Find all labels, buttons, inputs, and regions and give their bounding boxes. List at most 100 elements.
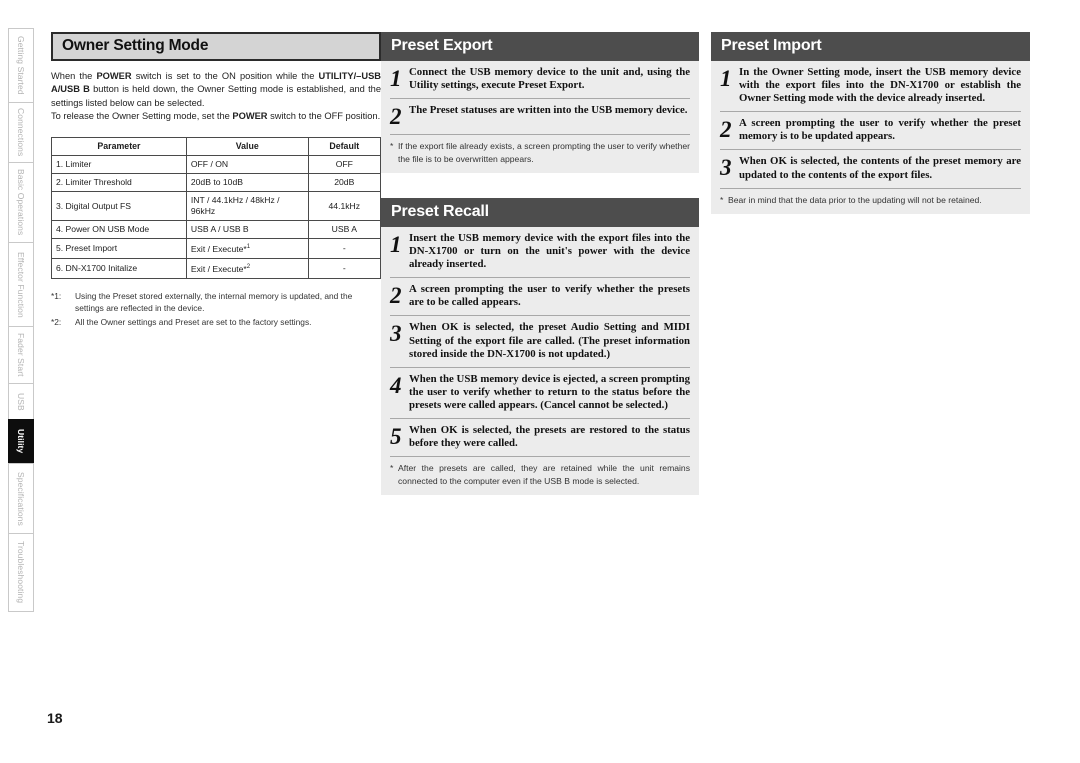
sidebar-item-troubleshooting[interactable]: Troubleshooting xyxy=(8,533,34,612)
cell-parameter: 4. Power ON USB Mode xyxy=(51,220,187,240)
note-asterisk-icon: * xyxy=(390,141,394,152)
cell-parameter: 6. DN-X1700 Initalize xyxy=(51,258,187,279)
step-number: 3 xyxy=(720,155,732,181)
preset-recall-note: * After the presets are called, they are… xyxy=(390,457,690,495)
intro-paragraphs: When the POWER switch is set to the ON p… xyxy=(51,70,381,123)
cell-value: USB A / USB B xyxy=(185,220,309,240)
sidebar-item-effector-function[interactable]: Effector Function xyxy=(8,242,34,326)
step-text: When OK is selected, the presets are res… xyxy=(409,424,690,450)
step-number: 1 xyxy=(720,66,732,91)
step-number: 2 xyxy=(390,104,402,130)
cell-value: Exit / Execute*1 xyxy=(185,238,309,260)
step-text: A screen prompting the user to verify wh… xyxy=(409,283,690,309)
cell-parameter: 1. Limiter xyxy=(51,155,187,175)
footnote-row: *2: All the Owner settings and Preset are… xyxy=(51,316,381,328)
sidebar-item-getting-started[interactable]: Getting Started xyxy=(8,28,34,102)
cell-default: 44.1kHz xyxy=(307,191,382,222)
preset-export-step: 1 Connect the USB memory device to the un… xyxy=(390,61,690,100)
intro-p2-post: switch to the OFF position. xyxy=(267,110,381,121)
preset-import-step: 2 A screen prompting the user to verify w… xyxy=(720,112,1021,151)
preset-export-step: 2 The Preset statuses are written into th… xyxy=(390,99,690,136)
sidebar-item-label: Effector Function xyxy=(16,251,26,318)
preset-export-title: Preset Export xyxy=(381,32,699,61)
cell-default: OFF xyxy=(307,155,382,175)
preset-import-steps: 1 In the Owner Setting mode, insert the U… xyxy=(720,61,1021,189)
intro-p1-pre: When the xyxy=(51,71,97,81)
table-column-header: Value xyxy=(185,137,309,157)
preset-recall-note-text: After the presets are called, they are r… xyxy=(398,463,690,486)
table-row: 4. Power ON USB Mode USB A / USB B USB A xyxy=(51,220,382,240)
right-column: Preset Import 1 In the Owner Setting mode… xyxy=(711,32,1030,215)
intro-p2-pre: To release the Owner Setting mode, set t… xyxy=(51,110,233,121)
step-text: When OK is selected, the contents of the… xyxy=(739,155,1021,181)
step-text: When the USB memory device is ejected, a… xyxy=(409,372,690,411)
sidebar-item-specifications[interactable]: Specifications xyxy=(8,463,34,533)
step-number: 2 xyxy=(390,283,402,309)
table-head: Parameter Value Default xyxy=(51,137,382,157)
sidebar-item-label: Getting Started xyxy=(16,36,26,95)
step-text: Insert the USB memory device with the ex… xyxy=(409,232,690,271)
footnote-text: All the Owner settings and Preset are se… xyxy=(75,316,312,327)
power-keyword-2: POWER xyxy=(232,110,268,121)
section-tab-rail: Getting Started Connections Basic Operatio… xyxy=(8,28,34,612)
sidebar-item-fader-start[interactable]: Fader Start xyxy=(8,326,34,383)
preset-export-panel: Preset Export 1 Connect the USB memory de… xyxy=(381,32,699,173)
cell-default: - xyxy=(307,258,382,279)
footnote-marker: *1: xyxy=(51,290,62,301)
owner-settings-table: Parameter Value Default 1. Limiter OFF / ON… xyxy=(51,137,382,279)
sidebar-item-connections[interactable]: Connections xyxy=(8,102,34,162)
step-text: In the Owner Setting mode, insert the US… xyxy=(739,66,1021,105)
note-asterisk-icon: * xyxy=(720,194,724,205)
step-number: 1 xyxy=(390,232,402,257)
sidebar-item-label: USB xyxy=(16,392,26,411)
step-number: 3 xyxy=(390,321,402,347)
sidebar-item-basic-operations[interactable]: Basic Operations xyxy=(8,162,34,242)
table-row: 1. Limiter OFF / ON OFF xyxy=(51,155,382,175)
step-text: Connect the USB memory device to the uni… xyxy=(409,66,690,92)
table-row: 3. Digital Output FS INT / 44.1kHz / 48kH… xyxy=(51,191,382,222)
preset-export-steps: 1 Connect the USB memory device to the un… xyxy=(390,61,690,136)
step-text: The Preset statuses are written into the… xyxy=(409,104,688,117)
sidebar-item-label: Connections xyxy=(16,108,26,157)
page-number: 18 xyxy=(47,710,63,726)
preset-recall-step: 5 When OK is selected, the presets are re… xyxy=(390,419,690,458)
footnote-marker: *2: xyxy=(51,316,62,327)
preset-import-step: 3 When OK is selected, the contents of th… xyxy=(720,150,1021,189)
step-number: 2 xyxy=(720,117,732,143)
cell-value: OFF / ON xyxy=(185,155,309,175)
page-title: Owner Setting Mode xyxy=(51,32,381,61)
preset-recall-step: 1 Insert the USB memory device with the e… xyxy=(390,227,690,279)
footnote-row: *1: Using the Preset stored externally, t… xyxy=(51,290,381,315)
cell-value: INT / 44.1kHz / 48kHz / 96kHz xyxy=(185,191,309,222)
middle-column: Preset Export 1 Connect the USB memory de… xyxy=(381,32,699,496)
intro-p1-mid1: switch is set to the ON position while t… xyxy=(131,71,319,81)
panel-spacer xyxy=(381,173,699,198)
preset-recall-body: 1 Insert the USB memory device with the e… xyxy=(381,227,699,495)
preset-recall-panel: Preset Recall 1 Insert the USB memory dev… xyxy=(381,198,699,496)
intro-p1-mid2: button is held down, the Owner Setting m… xyxy=(51,84,381,108)
sidebar-item-label: Specifications xyxy=(16,471,26,526)
table-row: 5. Preset Import Exit / Execute*1- xyxy=(51,238,382,260)
sidebar-item-usb[interactable]: USB xyxy=(8,383,34,419)
sidebar-item-label: Utility xyxy=(16,429,26,454)
cell-value: 20dB to 10dB xyxy=(185,173,309,193)
cell-parameter: 5. Preset Import xyxy=(51,238,187,260)
table-row: 6. DN-X1700 Initalize Exit / Execute*2- xyxy=(51,258,382,279)
cell-parameter: 2. Limiter Threshold xyxy=(51,173,187,193)
preset-import-note-text: Bear in mind that the data prior to the … xyxy=(728,194,982,205)
table-row: 2. Limiter Threshold 20dB to 10dB 20dB xyxy=(51,173,382,193)
intro-paragraph-2: To release the Owner Setting mode, set t… xyxy=(51,110,381,123)
table-body: 1. Limiter OFF / ON OFF 2. Limiter Threshol… xyxy=(51,155,382,279)
preset-recall-step: 2 A screen prompting the user to verify w… xyxy=(390,278,690,317)
step-number: 5 xyxy=(390,424,402,450)
preset-import-body: 1 In the Owner Setting mode, insert the U… xyxy=(711,61,1030,214)
preset-import-note: * Bear in mind that the data prior to th… xyxy=(720,189,1021,214)
table-column-header: Default xyxy=(307,137,382,157)
table-header-row: Parameter Value Default xyxy=(51,137,382,157)
sidebar-item-utility[interactable]: Utility xyxy=(8,419,34,463)
intro-paragraph-1: When the POWER switch is set to the ON p… xyxy=(51,70,381,110)
preset-recall-steps: 1 Insert the USB memory device with the e… xyxy=(390,227,690,458)
power-keyword-1: POWER xyxy=(96,71,132,81)
step-text: A screen prompting the user to verify wh… xyxy=(739,117,1021,143)
preset-export-note: * If the export file already exists, a s… xyxy=(390,135,690,173)
